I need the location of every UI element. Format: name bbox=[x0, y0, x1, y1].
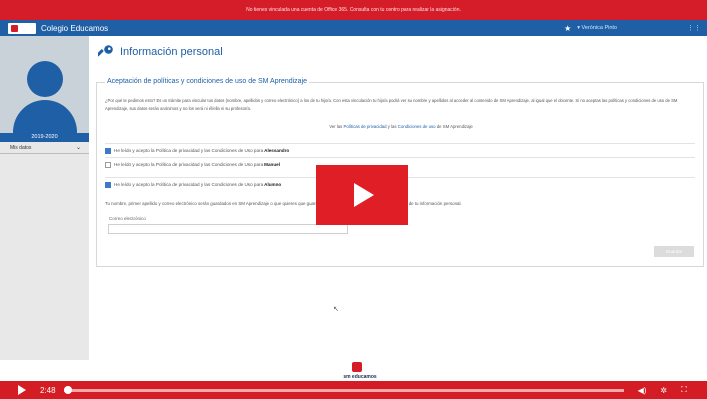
fullscreen-icon[interactable]: ⛶ bbox=[681, 385, 687, 395]
privacy-policy-link[interactable]: Políticas de privacidad bbox=[344, 124, 387, 129]
video-progress-track[interactable] bbox=[63, 385, 624, 394]
play-icon[interactable] bbox=[354, 183, 374, 207]
save-button[interactable]: Guardar bbox=[654, 246, 694, 257]
explanation-paragraph: ¿Por qué te pedimos esto? Es un trámite … bbox=[105, 98, 678, 111]
school-logo[interactable] bbox=[8, 22, 36, 34]
chevron-down-icon[interactable]: ⌄ bbox=[76, 144, 81, 151]
email-field[interactable] bbox=[108, 224, 348, 234]
avatar-head bbox=[27, 61, 63, 97]
consent-row-alessandro[interactable]: He leído y acepto la Política de privaci… bbox=[105, 143, 695, 157]
consent-checkbox[interactable] bbox=[105, 181, 111, 188]
volume-icon[interactable]: ◀) bbox=[638, 386, 647, 395]
office365-warning-banner: No tienes vinculada una cuenta de Office… bbox=[0, 0, 707, 20]
video-play-overlay[interactable] bbox=[316, 165, 408, 225]
top-navbar: Colegio Educamos ★ ▾ Verónica Pinto ⋮⋮ bbox=[0, 20, 707, 36]
footer-brand: sm educamos bbox=[343, 374, 377, 380]
policy-links-line: Ver las Políticas de privacidad y las Co… bbox=[329, 124, 473, 129]
consent-checkbox[interactable] bbox=[105, 147, 111, 154]
navbar-right: ★ ▾ Verónica Pinto ⋮⋮ bbox=[564, 24, 707, 33]
sidebar: 2019-2020 Mis datos ⌄ bbox=[0, 36, 89, 360]
section-title: Aceptación de políticas y condiciones de… bbox=[105, 78, 310, 85]
school-year: 2019-2020 bbox=[0, 133, 89, 142]
sidebar-item-mis-datos[interactable]: Mis datos ⌄ bbox=[0, 142, 89, 154]
terms-of-use-link[interactable]: Condiciones de uso bbox=[398, 124, 436, 129]
sm-educamos-logo bbox=[352, 362, 362, 372]
video-controls: 2:48 ◀) ✲ ⛶ bbox=[0, 381, 707, 399]
page-header: Información personal bbox=[96, 44, 223, 60]
consent-checkbox[interactable] bbox=[105, 161, 111, 168]
child-name: Manuel bbox=[264, 162, 280, 167]
child-name: Alumno bbox=[264, 182, 282, 187]
consent-label: He leído y acepto la Política de privaci… bbox=[114, 148, 264, 153]
video-time: 2:48 bbox=[40, 385, 56, 395]
settings-icon[interactable]: ✲ bbox=[660, 386, 667, 395]
avatar-body bbox=[13, 100, 77, 133]
consent-label: He leído y acepto la Política de privaci… bbox=[114, 162, 264, 167]
consent-label: He leído y acepto la Política de privaci… bbox=[114, 182, 264, 187]
sidebar-item-label: Mis datos bbox=[10, 144, 32, 151]
banner-text: No tienes vinculada una cuenta de Office… bbox=[246, 7, 461, 13]
cursor-icon: ↖ bbox=[333, 306, 339, 313]
video-scrubber[interactable] bbox=[63, 385, 72, 394]
app-title[interactable]: Colegio Educamos bbox=[41, 24, 108, 33]
play-icon[interactable] bbox=[18, 385, 26, 395]
avatar bbox=[0, 36, 89, 133]
page-title: Información personal bbox=[120, 46, 223, 58]
email-label: Correo electrónico bbox=[109, 216, 146, 221]
user-menu[interactable]: ▾ Verónica Pinto bbox=[577, 25, 617, 31]
key-icon bbox=[96, 44, 114, 60]
grid-icon[interactable]: ⋮⋮ bbox=[687, 24, 701, 32]
star-icon[interactable]: ★ bbox=[564, 24, 571, 33]
child-name: Alessandro bbox=[264, 148, 290, 153]
